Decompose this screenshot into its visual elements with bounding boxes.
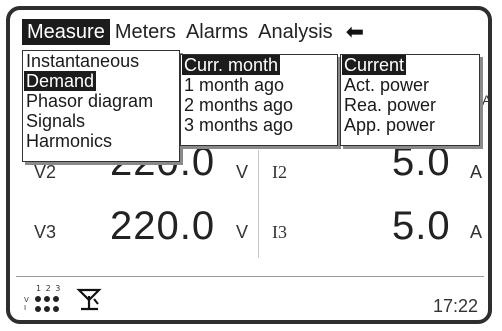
unit-v3: V — [236, 222, 249, 242]
menu-option-harmonics[interactable]: Harmonics — [23, 131, 179, 151]
label-i3: I3 — [272, 222, 287, 242]
menu-option-demand[interactable]: Demand — [23, 71, 179, 91]
phase-letters: V I — [24, 296, 29, 312]
menu-option-instantaneous[interactable]: Instantaneous — [23, 51, 179, 71]
period-dropdown: Curr. month 1 month ago 2 months ago 3 m… — [180, 54, 338, 146]
menu-bar: Measure Meters Alarms Analysis ⬅ — [22, 18, 364, 46]
menu-option-phasor-diagram[interactable]: Phasor diagram — [23, 91, 179, 111]
menu-option-app-power[interactable]: App. power — [341, 115, 479, 135]
menu-option-2-months-ago[interactable]: 2 months ago — [181, 95, 337, 115]
menu-option-1-month-ago[interactable]: 1 month ago — [181, 75, 337, 95]
value-i2: 5.0 — [392, 140, 451, 184]
unit-i3: A — [470, 222, 483, 242]
label-v3: V3 — [34, 222, 57, 242]
clock: 17:22 — [432, 296, 478, 316]
menu-alarms[interactable]: Alarms — [181, 19, 253, 45]
back-arrow-icon[interactable]: ⬅ — [346, 19, 364, 45]
menu-option-curr-month[interactable]: Curr. month — [181, 55, 337, 75]
menu-option-act-power[interactable]: Act. power — [341, 75, 479, 95]
label-v2: V2 — [34, 162, 57, 182]
label-i2: I2 — [272, 162, 287, 182]
unit-i2: A — [470, 162, 483, 182]
menu-option-signals[interactable]: Signals — [23, 111, 179, 131]
column-divider — [258, 150, 259, 258]
menu-measure[interactable]: Measure — [22, 19, 110, 45]
statusbar-divider — [16, 276, 484, 277]
menu-meters[interactable]: Meters — [110, 19, 181, 45]
value-i3: 5.0 — [392, 204, 451, 248]
phase-dots-icon: 1 2 3 V I — [24, 284, 68, 316]
measure-dropdown: Instantaneous Demand Phasor diagram Sign… — [22, 50, 180, 162]
unit-partial: A — [482, 92, 492, 108]
value-v3: 220.0 — [110, 204, 216, 248]
unit-v2: V — [236, 162, 249, 182]
type-dropdown: Current Act. power Rea. power App. power — [340, 54, 480, 146]
signal-antenna-icon — [76, 288, 102, 311]
phase-dot-grid — [35, 296, 59, 312]
menu-option-rea-power[interactable]: Rea. power — [341, 95, 479, 115]
phase-digits: 1 2 3 — [36, 284, 62, 293]
menu-option-current[interactable]: Current — [341, 55, 479, 75]
menu-option-3-months-ago[interactable]: 3 months ago — [181, 115, 337, 135]
menu-analysis[interactable]: Analysis — [253, 19, 337, 45]
